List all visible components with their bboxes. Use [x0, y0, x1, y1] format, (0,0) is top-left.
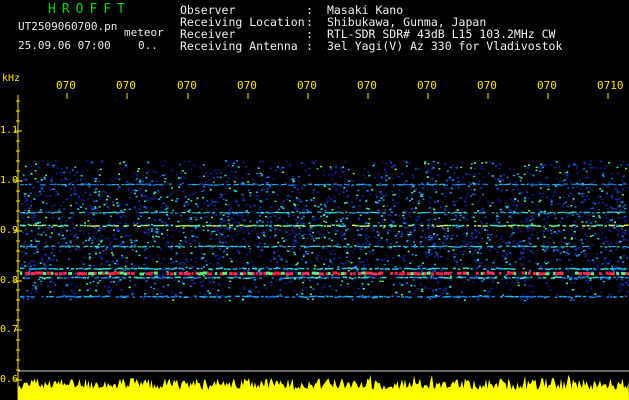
x-tick-label: 070 [237, 79, 257, 92]
y-tick-label: 0.8 [0, 275, 19, 286]
x-tick-label: 070 [417, 79, 437, 92]
x-tick-label: 070 [357, 79, 377, 92]
x-tick-label: 0710 [597, 79, 624, 92]
y-tick-label: 0.7 [0, 324, 19, 335]
y-tick-label: 1.1 [0, 125, 19, 136]
spectrogram-plot [14, 93, 629, 400]
x-tick-label: 070 [116, 79, 136, 92]
x-tick-label: 070 [297, 79, 317, 92]
y-tick-label: 0.9 [0, 225, 19, 236]
x-tick-label: 070 [537, 79, 557, 92]
amplitude-trace [18, 374, 629, 400]
x-tick-label: 070 [177, 79, 197, 92]
y-tick-label: 1.0 [0, 175, 19, 186]
x-axis-ticks [66, 93, 609, 99]
frequency-unit-label: kHz [2, 73, 21, 84]
y-tick-label: 0.6 [0, 374, 19, 385]
x-tick-label: 070 [56, 79, 76, 92]
spectrogram-noise [20, 160, 629, 302]
x-tick-label: 070 [477, 79, 497, 92]
